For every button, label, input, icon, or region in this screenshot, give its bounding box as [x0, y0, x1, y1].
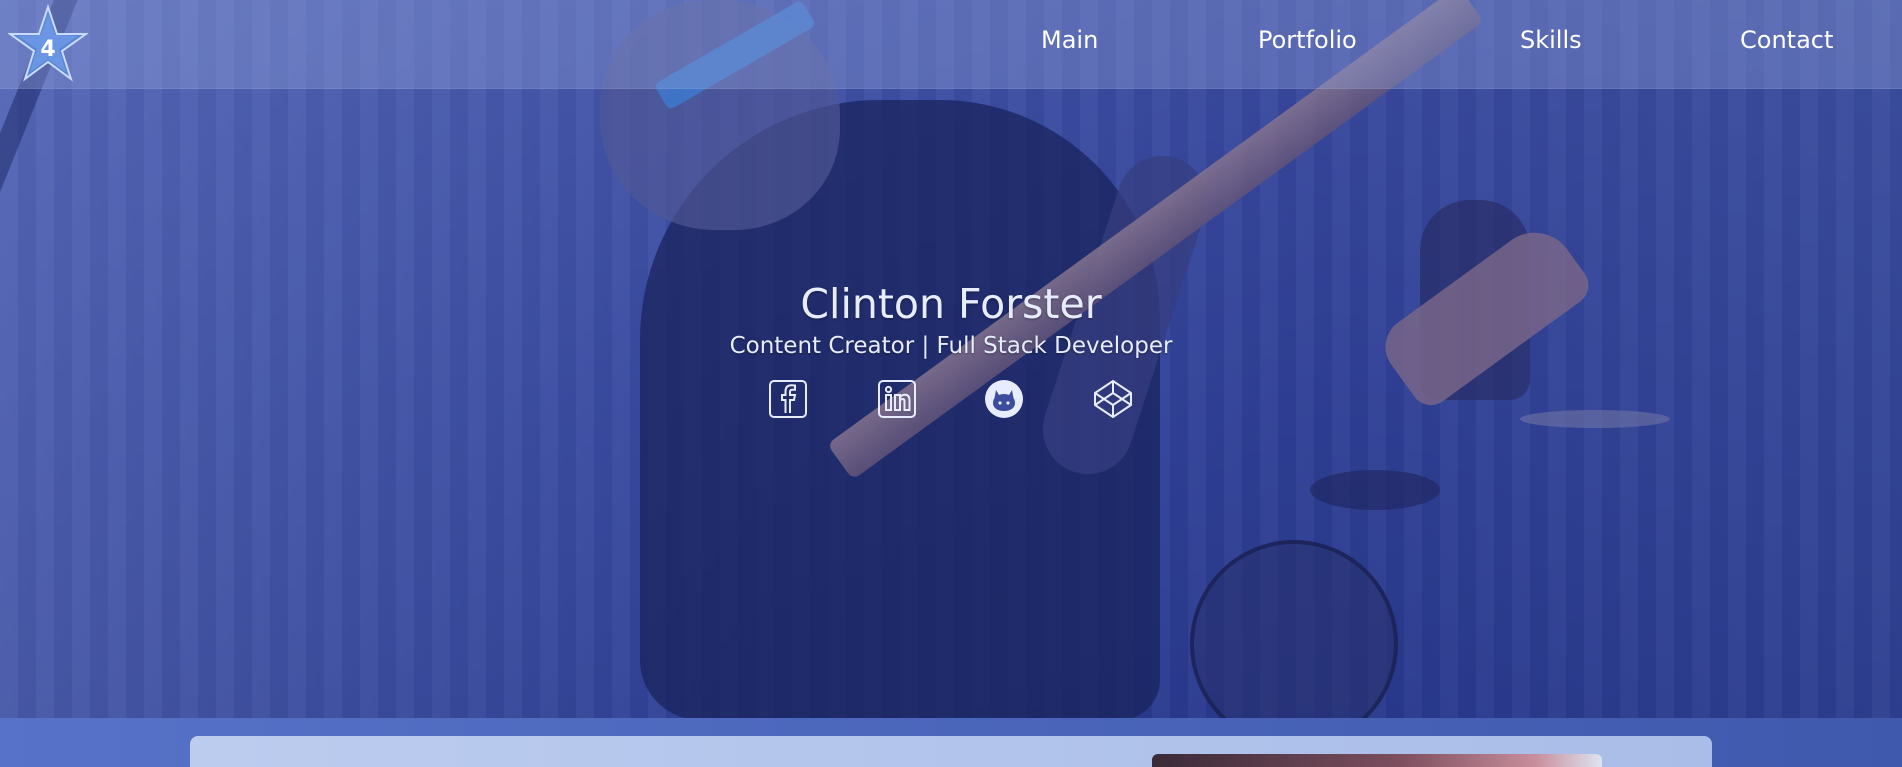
card-image	[1152, 754, 1602, 767]
hero-text: Clinton Forster Content Creator | Full S…	[0, 278, 1902, 362]
codepen-link[interactable]	[1092, 378, 1134, 420]
hero-name: Clinton Forster	[800, 280, 1102, 328]
logo-text: 4	[40, 37, 55, 62]
codepen-icon	[1094, 380, 1132, 418]
hero-role: Content Creator | Full Stack Developer	[729, 333, 1173, 359]
page: 4 Main Portfolio Skills Contact Clinton …	[0, 0, 1902, 767]
nav-link-portfolio[interactable]: Portfolio	[1258, 26, 1357, 54]
nav-link-main[interactable]: Main	[1041, 26, 1098, 54]
star-logo-icon: 4	[6, 3, 90, 82]
nav-link-skills[interactable]: Skills	[1520, 26, 1582, 54]
github-link[interactable]	[983, 378, 1025, 420]
logo[interactable]: 4	[6, 3, 90, 84]
linkedin-link[interactable]	[876, 378, 918, 420]
github-icon	[985, 380, 1023, 418]
top-navbar: 4 Main Portfolio Skills Contact	[0, 0, 1902, 89]
linkedin-icon	[878, 380, 916, 418]
facebook-icon	[769, 380, 807, 418]
facebook-link[interactable]	[767, 378, 809, 420]
nav-link-contact[interactable]: Contact	[1740, 26, 1833, 54]
